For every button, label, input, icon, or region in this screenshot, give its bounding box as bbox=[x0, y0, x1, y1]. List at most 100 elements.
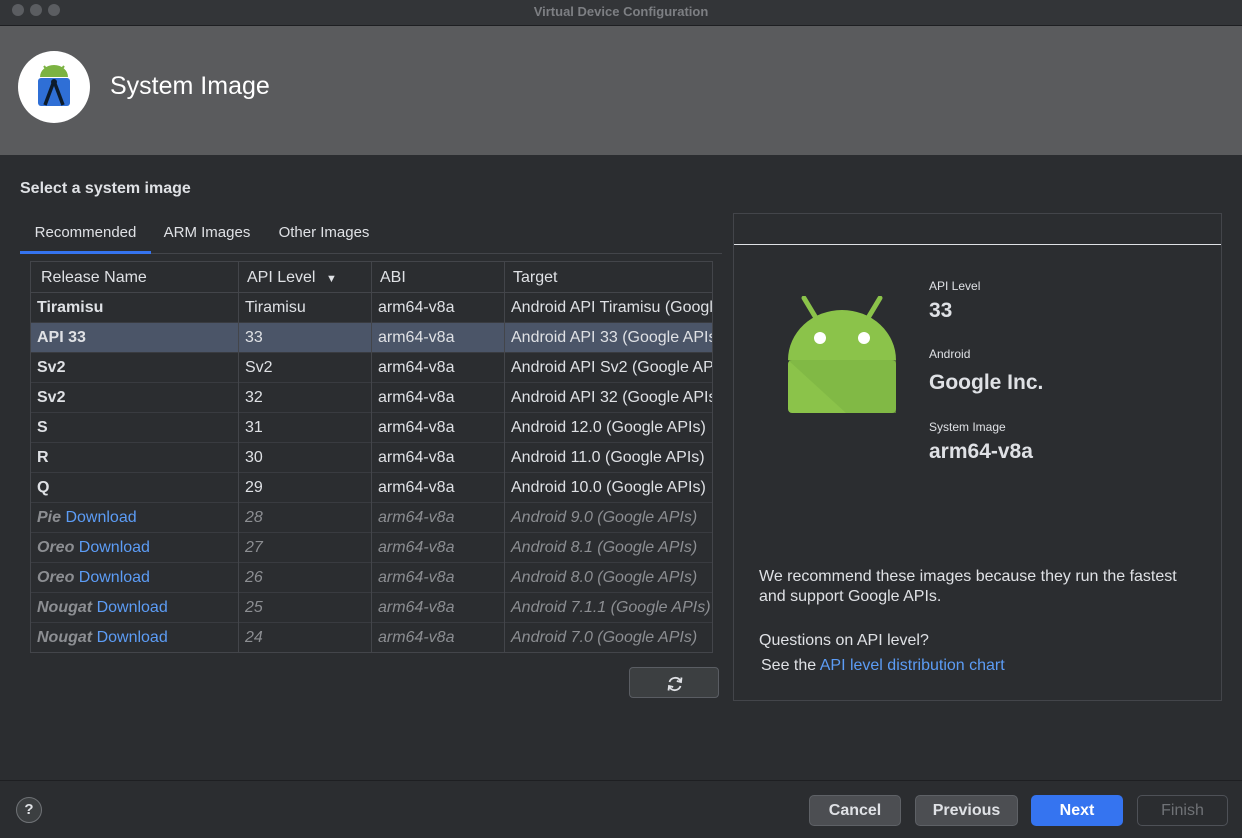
refresh-button[interactable] bbox=[629, 667, 719, 698]
download-link[interactable]: Download bbox=[79, 539, 150, 556]
api-distribution-chart-link[interactable]: API level distribution chart bbox=[820, 657, 1005, 674]
release-name-cell: Nougat Download bbox=[31, 623, 239, 652]
api-level-value: 33 bbox=[929, 299, 953, 322]
release-name: Oreo bbox=[37, 539, 75, 556]
previous-button[interactable]: Previous bbox=[915, 795, 1018, 826]
table-header: Release Name API Level ▼ ABI Target bbox=[31, 262, 712, 293]
release-name: Nougat bbox=[37, 629, 93, 646]
release-name-cell: Q bbox=[31, 473, 239, 503]
api-level-cell: 32 bbox=[239, 383, 372, 413]
table-row[interactable]: R 30 arm64-v8a Android 11.0 (Google APIs) bbox=[31, 443, 712, 473]
api-level-cell: 27 bbox=[239, 533, 372, 563]
api-level-cell: Sv2 bbox=[239, 353, 372, 383]
table-row[interactable]: Pie Download 28 arm64-v8a Android 9.0 (Goog… bbox=[31, 503, 712, 533]
target-cell: Android API 32 (Google APIs) bbox=[511, 389, 712, 406]
api-level-cell: 28 bbox=[239, 503, 372, 533]
window-titlebar: Virtual Device Configuration bbox=[0, 0, 1242, 26]
target-cell: Android API Tiramisu (Google APIs) bbox=[511, 299, 712, 316]
column-header-label: API Level bbox=[247, 269, 316, 286]
release-name: Q bbox=[37, 479, 50, 496]
release-name: API 33 bbox=[37, 329, 86, 346]
target-cell: Android API 33 (Google APIs) bbox=[511, 329, 712, 346]
column-header-abi[interactable]: ABI bbox=[372, 262, 505, 293]
tab-recommended[interactable]: Recommended bbox=[20, 218, 151, 254]
api-level-cell: 33 bbox=[239, 323, 372, 353]
release-name: Tiramisu bbox=[37, 299, 104, 316]
column-header-release-name[interactable]: Release Name bbox=[31, 262, 239, 293]
release-name-cell: Oreo Download bbox=[31, 533, 239, 563]
table-row[interactable]: API 33 33 arm64-v8a Android API 33 (Google … bbox=[31, 323, 712, 353]
download-link[interactable]: Download bbox=[97, 629, 168, 646]
release-name: Pie bbox=[37, 509, 62, 526]
target-cell: Android 7.1.1 (Google APIs) bbox=[511, 599, 711, 616]
download-link[interactable]: Download bbox=[97, 599, 168, 616]
release-name: Nougat bbox=[37, 599, 93, 616]
next-button[interactable]: Next bbox=[1031, 795, 1123, 826]
abi-cell: arm64-v8a bbox=[372, 563, 505, 593]
download-link[interactable]: Download bbox=[65, 509, 136, 526]
release-name-cell: Oreo Download bbox=[31, 563, 239, 593]
abi-cell: arm64-v8a bbox=[372, 353, 505, 383]
abi-cell: arm64-v8a bbox=[372, 593, 505, 623]
target-cell: Android API Sv2 (Google APIs) bbox=[511, 359, 712, 376]
page-title: System Image bbox=[110, 72, 270, 100]
release-name-cell: API 33 bbox=[31, 323, 239, 353]
download-link[interactable]: Download bbox=[79, 569, 150, 586]
release-name-cell: Tiramisu bbox=[31, 293, 239, 323]
target-cell: Android 12.0 (Google APIs) bbox=[511, 419, 706, 436]
target-cell: Android 8.0 (Google APIs) bbox=[511, 569, 698, 586]
see-chart-line: See the API level distribution chart bbox=[761, 657, 1005, 675]
release-name: S bbox=[37, 419, 48, 436]
release-name-cell: Nougat Download bbox=[31, 593, 239, 623]
api-level-cell: Tiramisu bbox=[239, 293, 372, 323]
api-level-label: API Level bbox=[929, 279, 981, 293]
window-title: Virtual Device Configuration bbox=[533, 4, 709, 19]
release-name-cell: Sv2 bbox=[31, 383, 239, 413]
table-row[interactable]: Sv2 Sv2 arm64-v8a Android API Sv2 (Google A… bbox=[31, 353, 712, 383]
table-row[interactable]: Sv2 32 arm64-v8a Android API 32 (Google API… bbox=[31, 383, 712, 413]
abi-cell: arm64-v8a bbox=[372, 293, 505, 323]
recommendation-text: We recommend these images because they r… bbox=[759, 568, 1177, 605]
target-cell: Android 7.0 (Google APIs) bbox=[511, 629, 698, 646]
android-robot-icon bbox=[786, 295, 898, 419]
release-name: Sv2 bbox=[37, 359, 66, 376]
release-name-cell: R bbox=[31, 443, 239, 473]
table-row[interactable]: Oreo Download 26 arm64-v8a Android 8.0 (Goo… bbox=[31, 563, 712, 593]
release-name: Sv2 bbox=[37, 389, 66, 406]
system-image-table: Release Name API Level ▼ ABI Target Tira… bbox=[30, 261, 713, 653]
api-level-cell: 30 bbox=[239, 443, 372, 473]
column-header-api-level[interactable]: API Level ▼ bbox=[239, 262, 372, 293]
footer-divider bbox=[0, 780, 1242, 781]
image-tabs: Recommended ARM Images Other Images bbox=[20, 218, 722, 254]
table-row[interactable]: Oreo Download 27 arm64-v8a Android 8.1 (Goo… bbox=[31, 533, 712, 563]
help-button[interactable]: ? bbox=[16, 797, 42, 823]
api-level-cell: 31 bbox=[239, 413, 372, 443]
system-image-label: System Image bbox=[929, 420, 1006, 434]
api-level-cell: 29 bbox=[239, 473, 372, 503]
abi-cell: arm64-v8a bbox=[372, 443, 505, 473]
section-title: Select a system image bbox=[20, 180, 191, 197]
table-row[interactable]: Q 29 arm64-v8a Android 10.0 (Google APIs) bbox=[31, 473, 712, 503]
abi-cell: arm64-v8a bbox=[372, 413, 505, 443]
column-header-target[interactable]: Target bbox=[505, 262, 712, 293]
refresh-icon bbox=[667, 676, 683, 692]
tab-other-images[interactable]: Other Images bbox=[268, 218, 380, 254]
finish-button[interactable]: Finish bbox=[1137, 795, 1228, 826]
panel-divider bbox=[734, 244, 1221, 245]
target-cell: Android 10.0 (Google APIs) bbox=[511, 479, 706, 496]
release-name-cell: Sv2 bbox=[31, 353, 239, 383]
table-row[interactable]: S 31 arm64-v8a Android 12.0 (Google APIs) bbox=[31, 413, 712, 443]
target-cell: Android 11.0 (Google APIs) bbox=[511, 449, 705, 466]
api-level-cell: 24 bbox=[239, 623, 372, 652]
abi-cell: arm64-v8a bbox=[372, 533, 505, 563]
cancel-button[interactable]: Cancel bbox=[809, 795, 901, 826]
table-row[interactable]: Tiramisu Tiramisu arm64-v8a Android API Tir… bbox=[31, 293, 712, 323]
tab-arm-images[interactable]: ARM Images bbox=[153, 218, 261, 254]
release-name: R bbox=[37, 449, 49, 466]
sort-descending-icon: ▼ bbox=[325, 273, 337, 285]
android-vendor-value: Google Inc. bbox=[929, 371, 1044, 394]
table-row[interactable]: Nougat Download 24 arm64-v8a Android 7.0 (G… bbox=[31, 623, 712, 652]
release-name: Oreo bbox=[37, 569, 75, 586]
table-row[interactable]: Nougat Download 25 arm64-v8a Android 7.1.1 … bbox=[31, 593, 712, 623]
api-level-cell: 25 bbox=[239, 593, 372, 623]
